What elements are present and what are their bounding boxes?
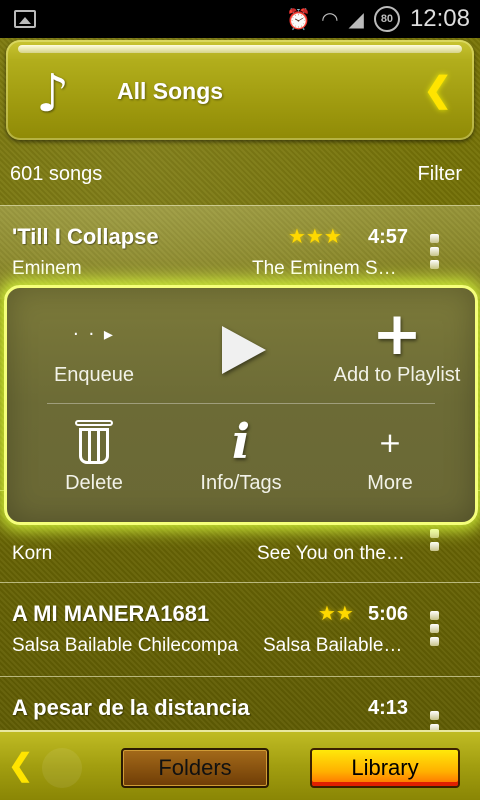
clock: 12:08 — [409, 5, 470, 32]
overflow-menu-icon[interactable] — [428, 234, 440, 269]
song-album: The Eminem S… — [252, 258, 397, 279]
filter-button[interactable]: Filter — [418, 163, 462, 186]
add-to-playlist-label: Add to Playlist — [333, 364, 461, 386]
divider — [47, 403, 435, 404]
song-title: A MI MANERA1681 — [12, 601, 210, 626]
status-bar: ⏰ ◠ ◢ 80 12:08 — [0, 0, 480, 38]
plus-icon: + — [371, 299, 423, 369]
info-tags-label: Info/Tags — [200, 472, 282, 494]
song-duration: 4:13 — [368, 697, 409, 719]
overflow-menu-icon[interactable] — [428, 529, 440, 551]
song-artist: Korn — [12, 543, 53, 564]
song-album: Salsa Bailable… — [263, 635, 403, 656]
chevron-left-icon[interactable]: ❮ — [424, 70, 453, 110]
chevron-left-icon[interactable]: ❮ — [8, 748, 33, 783]
play-icon[interactable] — [222, 326, 266, 374]
song-artist: Salsa Bailable Chilecompa — [12, 635, 239, 656]
alarm-icon: ⏰ — [286, 7, 312, 31]
bottom-bar: ❮ Folders Library — [0, 730, 480, 800]
enqueue-icon: · · ▸ — [73, 323, 115, 345]
list-item[interactable]: A MI MANERA1681 ★★ 5:06 Salsa Bailable C… — [0, 582, 480, 676]
music-note-icon: ♪ — [36, 64, 70, 124]
trash-icon — [19, 412, 169, 472]
rating-stars: ★★★ — [288, 226, 342, 248]
plus-small-icon: + — [378, 425, 402, 459]
song-title: 'Till I Collapse — [12, 224, 159, 249]
song-title: A pesar de la distancia — [12, 695, 250, 720]
delete-button[interactable]: Delete — [19, 412, 169, 495]
tab-library[interactable]: Library — [310, 748, 460, 788]
more-label: More — [367, 472, 413, 494]
rating-stars: ★★ — [318, 603, 354, 625]
tab-folders[interactable]: Folders — [121, 748, 269, 788]
more-button[interactable]: + More — [315, 412, 465, 495]
signal-icon: ◢ — [348, 7, 364, 31]
list-summary: 601 songs Filter — [0, 148, 480, 200]
song-count: 601 songs — [10, 162, 103, 185]
delete-label: Delete — [65, 472, 123, 494]
enqueue-label: Enqueue — [53, 364, 135, 386]
battery-icon: 80 — [373, 6, 400, 32]
enqueue-button[interactable]: · · ▸ Enqueue — [19, 304, 169, 387]
overflow-menu-icon[interactable] — [428, 611, 440, 646]
song-artist: Eminem — [12, 258, 82, 279]
song-action-popup: · · ▸ Enqueue + Add to Playlist Delete i… — [4, 285, 478, 525]
mini-play-icon[interactable] — [42, 748, 82, 788]
add-to-playlist-button[interactable]: + Add to Playlist — [317, 304, 477, 387]
gallery-notification-icon — [14, 10, 36, 28]
song-album: See You on the… — [257, 543, 405, 564]
page-title: All Songs — [117, 78, 224, 104]
song-duration: 5:06 — [368, 603, 409, 625]
info-tags-button[interactable]: i Info/Tags — [166, 412, 316, 495]
wifi-icon: ◠ — [321, 7, 339, 31]
song-duration: 4:57 — [368, 226, 409, 248]
info-icon: i — [231, 414, 251, 470]
header-bar: ♪ All Songs ❮ — [6, 40, 474, 140]
